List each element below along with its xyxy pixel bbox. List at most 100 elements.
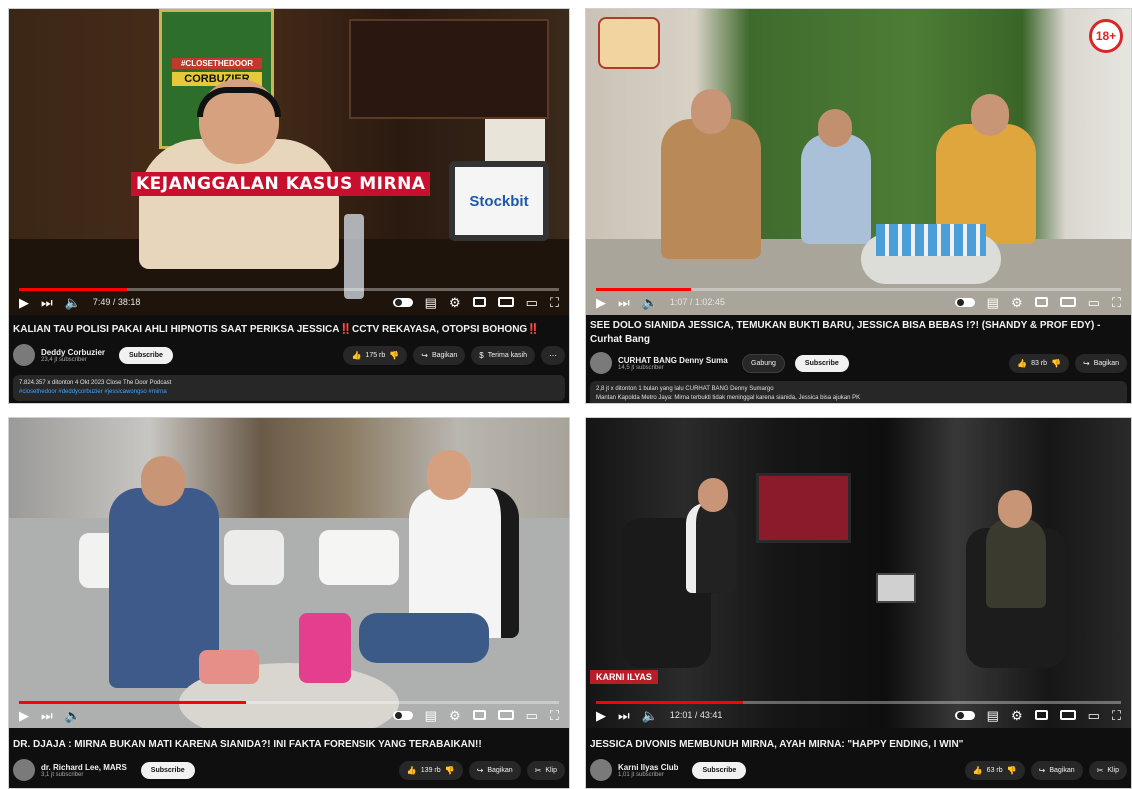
- clip-button[interactable]: ✂ Klip: [1088, 760, 1127, 780]
- play-icon[interactable]: ▶: [19, 709, 29, 722]
- subtitles-icon[interactable]: ▤: [987, 709, 999, 722]
- video-player[interactable]: ▶ ⏭ 🔈 ▤ ⚙ ▭ ⛶: [9, 418, 569, 728]
- play-icon[interactable]: ▶: [596, 709, 606, 722]
- share-button[interactable]: ↪ Bagikan: [468, 760, 521, 780]
- video-player[interactable]: 18+ ▶ ⏭ 🔈 1:07 / 1:02:45 ▤ ⚙ ▭ ⛶: [586, 9, 1131, 315]
- like-button[interactable]: 👍 175 rb 👎: [343, 345, 408, 365]
- fullscreen-icon[interactable]: ⛶: [550, 296, 559, 309]
- miniplayer-icon[interactable]: [472, 710, 486, 720]
- description-box[interactable]: 2,8 jt x ditonton 1 bulan yang lalu CURH…: [590, 381, 1127, 403]
- autoplay-toggle[interactable]: [392, 297, 413, 307]
- avatar[interactable]: [13, 344, 35, 366]
- water-bottle: [344, 214, 364, 299]
- subtitles-icon[interactable]: ▤: [425, 709, 437, 722]
- share-button[interactable]: ↪ Bagikan: [413, 345, 466, 365]
- channel-name[interactable]: dr. Richard Lee, MARS: [41, 763, 127, 772]
- theater-icon[interactable]: [497, 710, 514, 720]
- autoplay-toggle[interactable]: [954, 710, 975, 720]
- subscribe-button[interactable]: Subscribe: [794, 354, 849, 372]
- dislike-icon[interactable]: 👎: [1051, 359, 1061, 368]
- show-banner: KARNI ILYAS: [590, 670, 658, 684]
- more-button[interactable]: ⋯: [541, 345, 565, 365]
- subscribe-button[interactable]: Subscribe: [692, 761, 747, 779]
- next-icon[interactable]: ⏭: [618, 296, 630, 309]
- settings-icon[interactable]: ⚙: [449, 709, 461, 722]
- volume-icon[interactable]: 🔈: [65, 709, 81, 722]
- autoplay-toggle[interactable]: [954, 297, 975, 307]
- like-icon: 👍: [406, 765, 417, 775]
- theater-icon[interactable]: [1059, 710, 1076, 720]
- subscribe-button[interactable]: Subscribe: [119, 346, 173, 364]
- share-button[interactable]: ↪ Bagikan: [1030, 760, 1083, 780]
- cast-icon[interactable]: ▭: [1088, 709, 1100, 722]
- volume-icon[interactable]: 🔈: [642, 709, 658, 722]
- subscriber-count: 3,1 jt subscriber: [41, 771, 84, 778]
- join-button[interactable]: Gabung: [742, 353, 785, 373]
- share-icon: ↪: [1038, 765, 1046, 775]
- like-button[interactable]: 👍 139 rb 👎: [398, 760, 463, 780]
- volume-icon[interactable]: 🔈: [642, 296, 658, 309]
- video-player[interactable]: #CLOSETHEDOOR CORBUZIER Stockbit KEJANGG…: [9, 9, 569, 315]
- dislike-icon[interactable]: 👎: [1007, 766, 1017, 775]
- thanks-button[interactable]: $ Terima kasih: [471, 345, 535, 365]
- description-box[interactable]: 7.824.357 x ditonton 4 Okt 2023 Close Th…: [13, 375, 565, 401]
- channel-name[interactable]: Deddy Corbuzier: [41, 348, 105, 357]
- volume-icon[interactable]: 🔈: [65, 296, 81, 309]
- miniplayer-icon[interactable]: [472, 297, 486, 307]
- video-title: DR. DJAJA : MIRNA BUKAN MATI KARENA SIAN…: [13, 739, 482, 750]
- title-exclaim-2: ‼️: [527, 324, 540, 335]
- pillow-3: [319, 530, 399, 585]
- like-button[interactable]: 👍 63 rb 👎: [964, 760, 1025, 780]
- theater-icon[interactable]: [1059, 297, 1076, 307]
- cast-icon[interactable]: ▭: [1088, 296, 1100, 309]
- player-controls: ▶ ⏭ 🔈 7:49 / 38:18 ▤ ⚙ ▭ ⛶: [19, 291, 559, 313]
- subscribe-button[interactable]: Subscribe: [140, 761, 195, 779]
- autoplay-toggle[interactable]: [392, 710, 413, 720]
- bookshelf: [349, 19, 549, 119]
- thanks-icon: $: [479, 350, 484, 360]
- studio-screen: [756, 473, 851, 543]
- cast-icon[interactable]: ▭: [526, 709, 538, 722]
- like-button[interactable]: 👍 83 rb 👎: [1009, 353, 1069, 373]
- avatar[interactable]: [590, 352, 612, 374]
- dislike-icon[interactable]: 👎: [445, 766, 455, 775]
- miniplayer-icon[interactable]: [1034, 710, 1048, 720]
- fullscreen-icon[interactable]: ⛶: [1112, 296, 1121, 309]
- miniplayer-icon[interactable]: [1034, 297, 1048, 307]
- hashtags[interactable]: #closethedoor #deddycorbuzier #jessicawo…: [19, 388, 559, 397]
- video-title: KALIAN TAU POLISI PAKAI AHLI HIPNOTIS SA…: [13, 324, 540, 335]
- laptop: [876, 573, 916, 603]
- share-icon: ↪: [1083, 358, 1090, 368]
- settings-icon[interactable]: ⚙: [449, 296, 461, 309]
- host-right-head: [427, 450, 471, 500]
- next-icon[interactable]: ⏭: [618, 709, 630, 722]
- channel-name[interactable]: CURHAT BANG Denny Sumargo: [618, 356, 728, 365]
- fullscreen-icon[interactable]: ⛶: [1112, 709, 1121, 722]
- next-icon[interactable]: ⏭: [41, 296, 53, 309]
- share-button[interactable]: ↪ Bagikan: [1075, 353, 1127, 373]
- avatar[interactable]: [13, 759, 35, 781]
- subtitles-icon[interactable]: ▤: [425, 296, 437, 309]
- channel-name[interactable]: Karni Ilyas Club: [618, 763, 678, 772]
- settings-icon[interactable]: ⚙: [1011, 296, 1023, 309]
- time-display: 12:01 / 43:41: [669, 710, 723, 720]
- pink-bag: [299, 613, 351, 683]
- clip-button[interactable]: ✂ Klip: [526, 760, 565, 780]
- description-snippet: Mantan Kapolda Metro Jaya: Mirna terbukt…: [596, 395, 861, 401]
- host-right-head: [998, 490, 1032, 528]
- dislike-icon[interactable]: 👎: [389, 351, 399, 360]
- next-icon[interactable]: ⏭: [41, 709, 53, 722]
- view-stats: 2,8 jt x ditonton 1 bulan yang lalu CURH…: [596, 386, 774, 392]
- bottles: [876, 224, 986, 256]
- subtitles-icon[interactable]: ▤: [987, 296, 999, 309]
- play-icon[interactable]: ▶: [19, 296, 29, 309]
- settings-icon[interactable]: ⚙: [1011, 709, 1023, 722]
- cast-icon[interactable]: ▭: [526, 296, 538, 309]
- play-icon[interactable]: ▶: [596, 296, 606, 309]
- theater-icon[interactable]: [497, 297, 514, 307]
- guest-left-head: [698, 478, 728, 512]
- video-panel-4: KARNI ILYAS ▶ ⏭ 🔈 12:01 / 43:41 ▤ ⚙ ▭ ⛶ …: [585, 417, 1132, 789]
- video-player[interactable]: KARNI ILYAS ▶ ⏭ 🔈 12:01 / 43:41 ▤ ⚙ ▭ ⛶: [586, 418, 1131, 728]
- fullscreen-icon[interactable]: ⛶: [550, 709, 559, 722]
- avatar[interactable]: [590, 759, 612, 781]
